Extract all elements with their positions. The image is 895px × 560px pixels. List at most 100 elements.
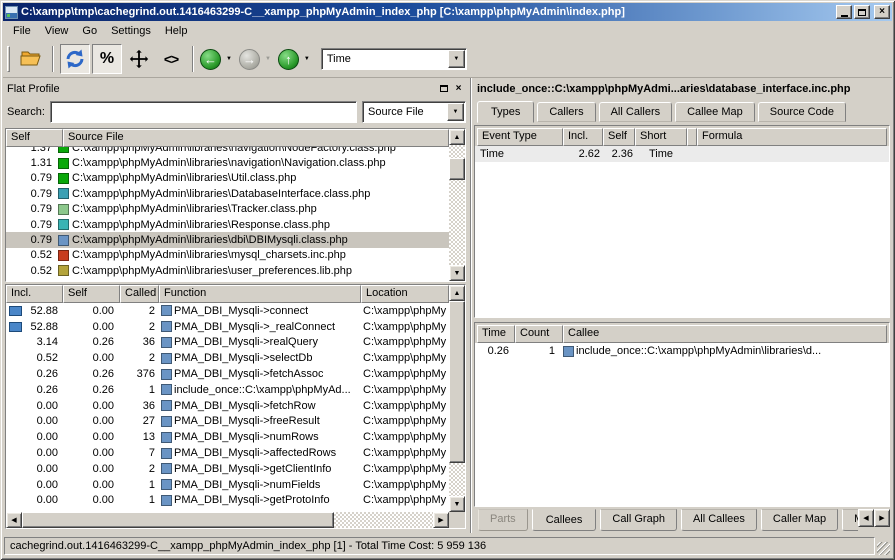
detail-tab[interactable]: Callee Map: [675, 102, 755, 122]
scroll-up-button[interactable]: ▲: [449, 129, 465, 145]
forward-icon: →: [239, 49, 260, 70]
function-row[interactable]: 0.00 0.00 27 PMA_DBI_Mysqli->freeResult …: [6, 414, 449, 430]
bottom-tab[interactable]: Call Graph: [600, 509, 677, 531]
vertical-scrollbar[interactable]: ▲ ▼: [449, 129, 465, 281]
up-button[interactable]: ↑: [278, 49, 299, 70]
relative-cost-toggle-button[interactable]: [60, 44, 90, 74]
toolbar-handle[interactable]: [7, 46, 10, 72]
resize-grip[interactable]: [877, 542, 890, 555]
maximize-button[interactable]: [854, 5, 870, 19]
scrollbar-thumb[interactable]: [22, 512, 334, 528]
function-row[interactable]: 0.00 0.00 13 PMA_DBI_Mysqli->numRows C:\…: [6, 429, 449, 445]
column-header-count[interactable]: Count: [515, 325, 563, 343]
source-file-row[interactable]: 1.31 C:\xampp\phpMyAdmin\libraries\navig…: [6, 155, 449, 170]
title-bar[interactable]: C:\xampp\tmp\cachegrind.out.1416463299-C…: [3, 3, 892, 21]
horizontal-scrollbar[interactable]: ◀ ▶: [6, 512, 449, 528]
combobox-button[interactable]: ▼: [447, 103, 464, 121]
column-header-source-file[interactable]: Source File: [63, 129, 449, 147]
function-row[interactable]: 3.14 0.26 36 PMA_DBI_Mysqli->realQuery C…: [6, 335, 449, 351]
detail-tab[interactable]: Types: [477, 101, 534, 123]
forward-dropdown-arrow[interactable]: ▼: [265, 56, 271, 62]
swap-panels-button[interactable]: <>: [156, 44, 186, 74]
bottom-tab[interactable]: All Callees: [681, 509, 757, 531]
tab-scroll-right-button[interactable]: ▶: [874, 509, 890, 527]
column-header-location[interactable]: Location: [361, 285, 449, 303]
source-file-row[interactable]: 0.79 C:\xampp\phpMyAdmin\libraries\dbi\D…: [6, 232, 449, 247]
event-type-value: Time: [475, 148, 563, 160]
scrollbar-track[interactable]: [449, 301, 465, 496]
column-header-function[interactable]: Function: [159, 285, 361, 303]
column-header-callee[interactable]: Callee: [563, 325, 887, 343]
function-row[interactable]: 0.26 0.26 1 include_once::C:\xampp\phpMy…: [6, 382, 449, 398]
source-file-row[interactable]: 0.52 C:\xampp\phpMyAdmin\libraries\mysql…: [6, 248, 449, 263]
event-type-row[interactable]: Time 2.62 2.36 Time: [475, 146, 889, 162]
column-header-time[interactable]: Time: [477, 325, 515, 343]
open-file-button[interactable]: [16, 44, 46, 74]
scrollbar-track[interactable]: [22, 512, 433, 528]
up-dropdown-arrow[interactable]: ▼: [304, 56, 310, 62]
source-file-row[interactable]: 0.79 C:\xampp\phpMyAdmin\libraries\Datab…: [6, 186, 449, 201]
expand-areas-button[interactable]: [124, 44, 154, 74]
scroll-left-button[interactable]: ◀: [6, 512, 22, 528]
function-row[interactable]: 0.00 0.00 7 PMA_DBI_Mysqli->affectedRows…: [6, 445, 449, 461]
scrollbar-thumb[interactable]: [449, 301, 465, 463]
scrollbar-thumb[interactable]: [449, 158, 465, 180]
function-row[interactable]: 0.00 0.00 36 PMA_DBI_Mysqli->fetchRow C:…: [6, 398, 449, 414]
dock-header[interactable]: Flat Profile ×: [3, 78, 470, 97]
detail-tab[interactable]: All Callers: [599, 102, 673, 122]
source-file-row[interactable]: 0.79 C:\xampp\phpMyAdmin\libraries\Util.…: [6, 171, 449, 186]
close-button[interactable]: ×: [874, 5, 890, 19]
column-header-self[interactable]: Self: [6, 129, 63, 147]
column-header-short[interactable]: Short: [635, 128, 687, 146]
combobox-button[interactable]: ▼: [448, 50, 465, 68]
detail-tab[interactable]: Source Code: [758, 102, 846, 122]
source-file-row[interactable]: 1.37 C:\xampp\phpMyAdmin\libraries\navig…: [6, 147, 449, 155]
column-header-called[interactable]: Called: [120, 285, 159, 303]
menu-item[interactable]: Help: [158, 22, 195, 40]
bottom-tab[interactable]: Callees: [532, 509, 597, 531]
function-row[interactable]: 52.88 0.00 2 PMA_DBI_Mysqli->connect C:\…: [6, 303, 449, 319]
function-row[interactable]: 0.00 0.00 1 PMA_DBI_Mysqli->getProtoInfo…: [6, 493, 449, 509]
column-header-incl[interactable]: Incl.: [6, 285, 63, 303]
group-by-combobox[interactable]: Source File ▼: [362, 101, 466, 123]
search-input[interactable]: [50, 101, 357, 123]
detail-tab[interactable]: Callers: [537, 102, 595, 122]
scroll-up-button[interactable]: ▲: [449, 285, 465, 301]
vertical-scrollbar[interactable]: ▲ ▼: [449, 285, 465, 512]
bottom-tab[interactable]: Caller Map: [761, 509, 838, 531]
percent-toggle-button[interactable]: %: [92, 44, 122, 74]
column-header-formula[interactable]: Formula: [697, 128, 887, 146]
source-file-row[interactable]: 0.79 C:\xampp\phpMyAdmin\libraries\Respo…: [6, 217, 449, 232]
scrollbar-track[interactable]: [449, 145, 465, 265]
menu-item[interactable]: View: [38, 22, 76, 40]
source-file-row[interactable]: 0.52 C:\xampp\phpMyAdmin\libraries\user_…: [6, 263, 449, 278]
menu-item[interactable]: Go: [75, 22, 104, 40]
back-dropdown-arrow[interactable]: ▼: [226, 56, 232, 62]
bottom-tab[interactable]: Parts: [478, 509, 528, 531]
column-header-event-type[interactable]: Event Type: [477, 128, 563, 146]
column-header-self[interactable]: Self: [603, 128, 635, 146]
menu-item[interactable]: Settings: [104, 22, 158, 40]
tab-scroll-left-button[interactable]: ◀: [858, 509, 874, 527]
event-type-combobox[interactable]: Time ▼: [321, 48, 467, 70]
function-row[interactable]: 0.52 0.00 2 PMA_DBI_Mysqli->selectDb C:\…: [6, 350, 449, 366]
callee-row[interactable]: 0.26 1 include_once::C:\xampp\phpMyAdmin…: [475, 343, 889, 359]
back-button[interactable]: ←: [200, 49, 221, 70]
application-window: C:\xampp\tmp\cachegrind.out.1416463299-C…: [0, 0, 895, 560]
scroll-down-button[interactable]: ▼: [449, 496, 465, 512]
column-header-self[interactable]: Self: [63, 285, 120, 303]
column-header-incl[interactable]: Incl.: [563, 128, 603, 146]
forward-button[interactable]: →: [239, 49, 260, 70]
scroll-down-button[interactable]: ▼: [449, 265, 465, 281]
bottom-tab[interactable]: Machine: [842, 509, 858, 531]
close-panel-button[interactable]: ×: [451, 82, 466, 96]
minimize-button[interactable]: [836, 5, 852, 19]
source-file-row[interactable]: 0.79 C:\xampp\phpMyAdmin\libraries\Track…: [6, 202, 449, 217]
function-row[interactable]: 0.00 0.00 1 PMA_DBI_Mysqli->numFields C:…: [6, 477, 449, 493]
menu-item[interactable]: File: [6, 22, 38, 40]
function-row[interactable]: 52.88 0.00 2 PMA_DBI_Mysqli->_realConnec…: [6, 319, 449, 335]
function-row[interactable]: 0.26 0.26 376 PMA_DBI_Mysqli->fetchAssoc…: [6, 366, 449, 382]
float-panel-button[interactable]: [436, 82, 451, 96]
scroll-right-button[interactable]: ▶: [433, 512, 449, 528]
function-row[interactable]: 0.00 0.00 2 PMA_DBI_Mysqli->getClientInf…: [6, 461, 449, 477]
